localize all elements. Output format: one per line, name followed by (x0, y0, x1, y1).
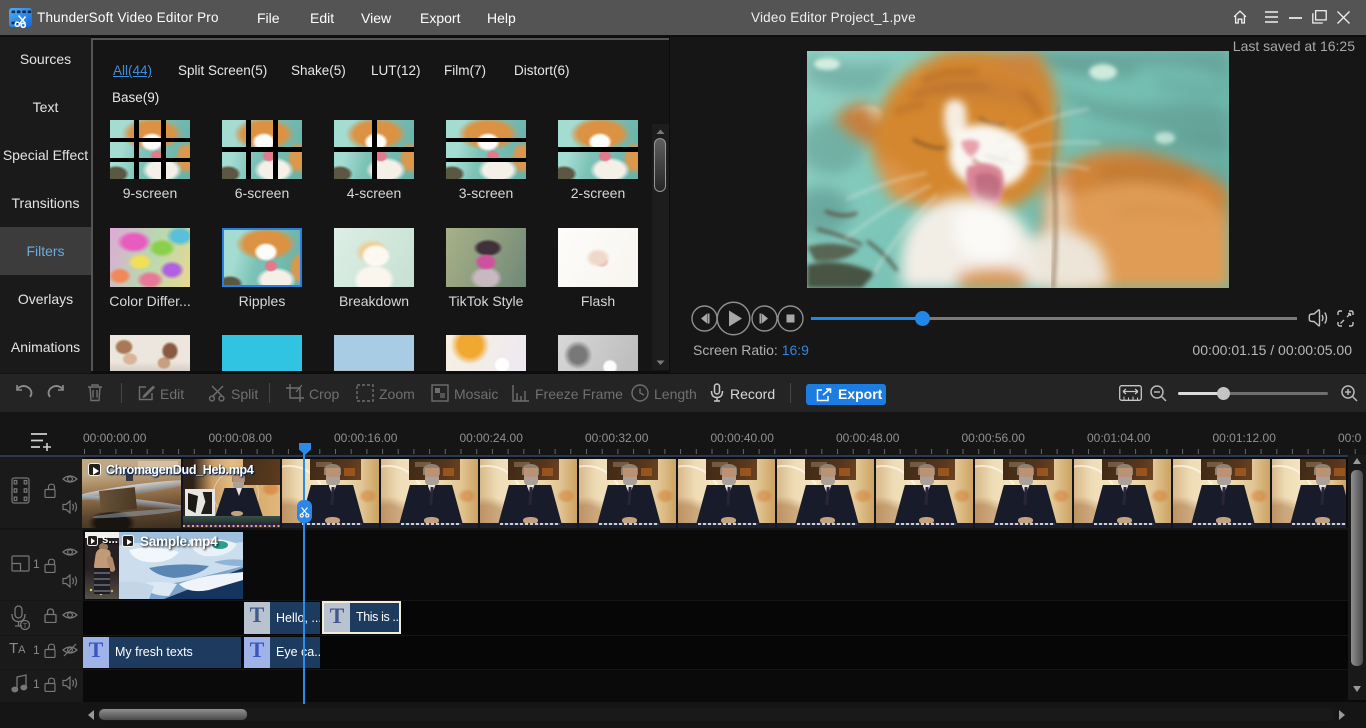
svg-text:T: T (23, 623, 28, 630)
